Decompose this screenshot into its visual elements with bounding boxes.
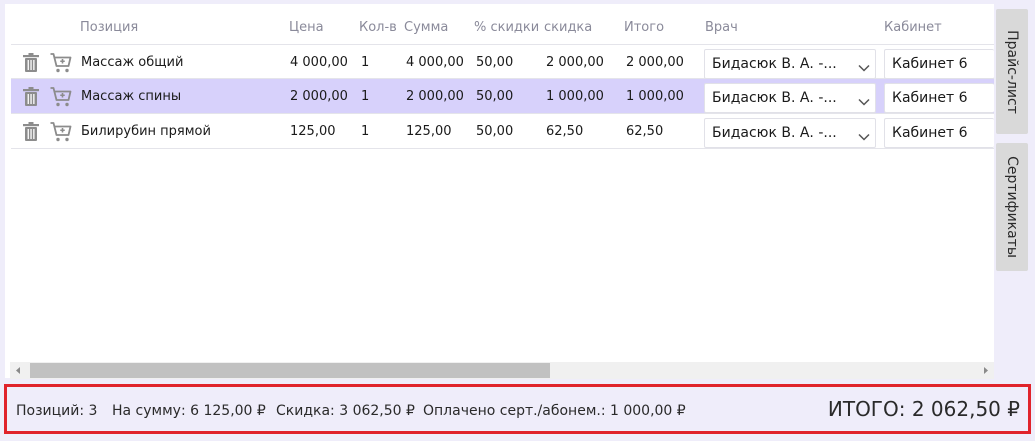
summary-footer: Позиций: 3 На сумму: 6 125,00 ₽ Скидка: … xyxy=(4,384,1031,434)
col-position[interactable]: Позиция xyxy=(80,20,138,35)
cell-name: Билирубин прямой xyxy=(81,124,211,139)
cell-price: 4 000,00 xyxy=(290,55,348,70)
cell-discount-pct: 50,00 xyxy=(476,124,514,139)
cell-name: Массаж общий xyxy=(81,55,184,70)
discount-total: Скидка: 3 062,50 ₽ xyxy=(276,403,415,419)
cell-price: 125,00 xyxy=(290,124,336,139)
cabinet-select[interactable]: Кабинет 6 xyxy=(884,83,994,113)
positions-count: Позиций: 3 xyxy=(16,403,98,419)
cell-total: 1 000,00 xyxy=(626,89,684,104)
tab-price-list[interactable]: Прайс-лист xyxy=(996,9,1028,134)
col-price[interactable]: Цена xyxy=(289,20,324,35)
cabinet-select-value: Кабинет 6 xyxy=(892,56,968,72)
tab-certificates-label: Сертификаты xyxy=(1004,156,1020,258)
trash-icon[interactable] xyxy=(19,51,43,75)
cell-total: 2 000,00 xyxy=(626,55,684,70)
col-qty[interactable]: Кол-в xyxy=(359,20,397,35)
chevron-down-icon[interactable] xyxy=(857,91,871,106)
table-row[interactable]: Массаж спины 2 000,00 1 2 000,00 50,00 1 000,… xyxy=(11,79,994,114)
col-total[interactable]: Итого xyxy=(624,20,664,35)
cabinet-select-value: Кабинет 6 xyxy=(892,90,968,106)
doctor-select[interactable]: Бидасюк В. А. -... xyxy=(704,49,876,79)
cell-qty: 1 xyxy=(361,89,370,104)
cell-price: 2 000,00 xyxy=(290,89,348,104)
cell-discount: 2 000,00 xyxy=(546,55,604,70)
cell-sum: 2 000,00 xyxy=(406,89,464,104)
col-doctor[interactable]: Врач xyxy=(705,20,738,35)
sum-total: На сумму: 6 125,00 ₽ xyxy=(112,403,266,419)
doctor-select-value: Бидасюк В. А. -... xyxy=(712,56,837,72)
doctor-select-value: Бидасюк В. А. -... xyxy=(712,90,837,106)
grid-header: Позиция Цена Кол-в Сумма % скидки скидка… xyxy=(5,4,994,44)
cell-discount: 62,50 xyxy=(546,124,584,139)
paid-by-certificate: Оплачено серт./абонем.: 1 000,00 ₽ xyxy=(423,403,686,419)
chevron-down-icon[interactable] xyxy=(857,57,871,72)
order-items-grid: Позиция Цена Кол-в Сумма % скидки скидка… xyxy=(5,4,994,379)
cart-icon[interactable] xyxy=(49,51,73,75)
trash-icon[interactable] xyxy=(19,85,43,109)
cell-qty: 1 xyxy=(361,55,370,70)
cell-discount-pct: 50,00 xyxy=(476,89,514,104)
cell-sum: 4 000,00 xyxy=(406,55,464,70)
cabinet-select-value: Кабинет 6 xyxy=(892,125,968,141)
col-discount[interactable]: скидка xyxy=(544,20,592,35)
cart-icon[interactable] xyxy=(49,120,73,144)
cell-sum: 125,00 xyxy=(406,124,452,139)
cell-name: Массаж спины xyxy=(81,89,182,104)
col-discount-pct[interactable]: % скидки xyxy=(474,20,539,35)
cart-icon[interactable] xyxy=(49,85,73,109)
doctor-select[interactable]: Бидасюк В. А. -... xyxy=(704,118,876,148)
col-cabinet[interactable]: Кабинет xyxy=(884,20,942,35)
chevron-down-icon[interactable] xyxy=(857,126,871,141)
table-row[interactable]: Билирубин прямой 125,00 1 125,00 50,00 62,50 6… xyxy=(11,114,994,149)
cell-discount-pct: 50,00 xyxy=(476,55,514,70)
trash-icon[interactable] xyxy=(19,120,43,144)
table-row[interactable]: Массаж общий 4 000,00 1 4 000,00 50,00 2 000,… xyxy=(11,44,994,79)
scrollbar-thumb[interactable] xyxy=(30,363,550,378)
col-sum[interactable]: Сумма xyxy=(404,20,448,35)
doctor-select[interactable]: Бидасюк В. А. -... xyxy=(704,83,876,113)
scroll-right-icon[interactable] xyxy=(977,362,994,379)
horizontal-scrollbar[interactable] xyxy=(10,362,994,379)
cabinet-select[interactable]: Кабинет 6 xyxy=(884,49,994,79)
cabinet-select[interactable]: Кабинет 6 xyxy=(884,118,994,148)
tab-price-list-label: Прайс-лист xyxy=(1004,29,1020,114)
cell-total: 62,50 xyxy=(626,124,664,139)
cell-qty: 1 xyxy=(361,124,370,139)
cell-discount: 1 000,00 xyxy=(546,89,604,104)
scroll-left-icon[interactable] xyxy=(10,362,27,379)
grand-total: ИТОГО: 2 062,50 ₽ xyxy=(827,397,1020,421)
tab-certificates[interactable]: Сертификаты xyxy=(996,143,1028,271)
doctor-select-value: Бидасюк В. А. -... xyxy=(712,125,837,141)
